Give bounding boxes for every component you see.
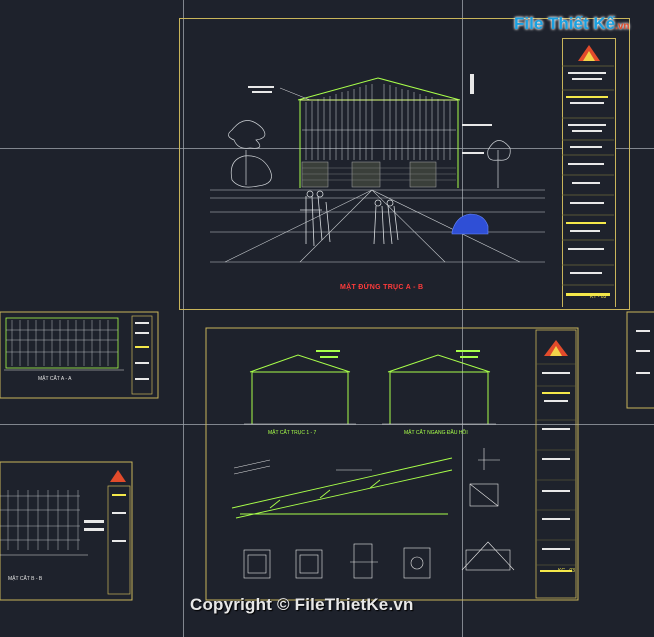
main-elevation-title: MẶT ĐỨNG TRỤC A - B (340, 284, 424, 291)
sheet-code-middle: KC - 03 (558, 568, 575, 574)
filethietke-logo: File Thiết Kế.vn (514, 14, 630, 34)
tree-right (487, 140, 511, 188)
logo-suffix: .vn (615, 21, 630, 32)
cad-drawing-canvas[interactable] (0, 0, 654, 637)
car-icon (451, 213, 489, 235)
section-2-title: MẶT CẮT NGANG ĐẦU HỒI (404, 430, 468, 436)
bottom-left-title: MẶT CẮT B - B (8, 576, 43, 582)
sheet-code-main: KT - 03 (590, 294, 607, 300)
tree-left (228, 120, 272, 188)
logo-text: File Thiết Kế (514, 14, 616, 33)
people-figures (300, 190, 399, 247)
copyright-watermark: Copyright © FileThietKe.vn (190, 595, 414, 614)
section-1-title: MẶT CẮT TRỤC 1 - 7 (268, 430, 317, 436)
left-elevation-title: MẶT CẮT A - A (38, 376, 72, 382)
